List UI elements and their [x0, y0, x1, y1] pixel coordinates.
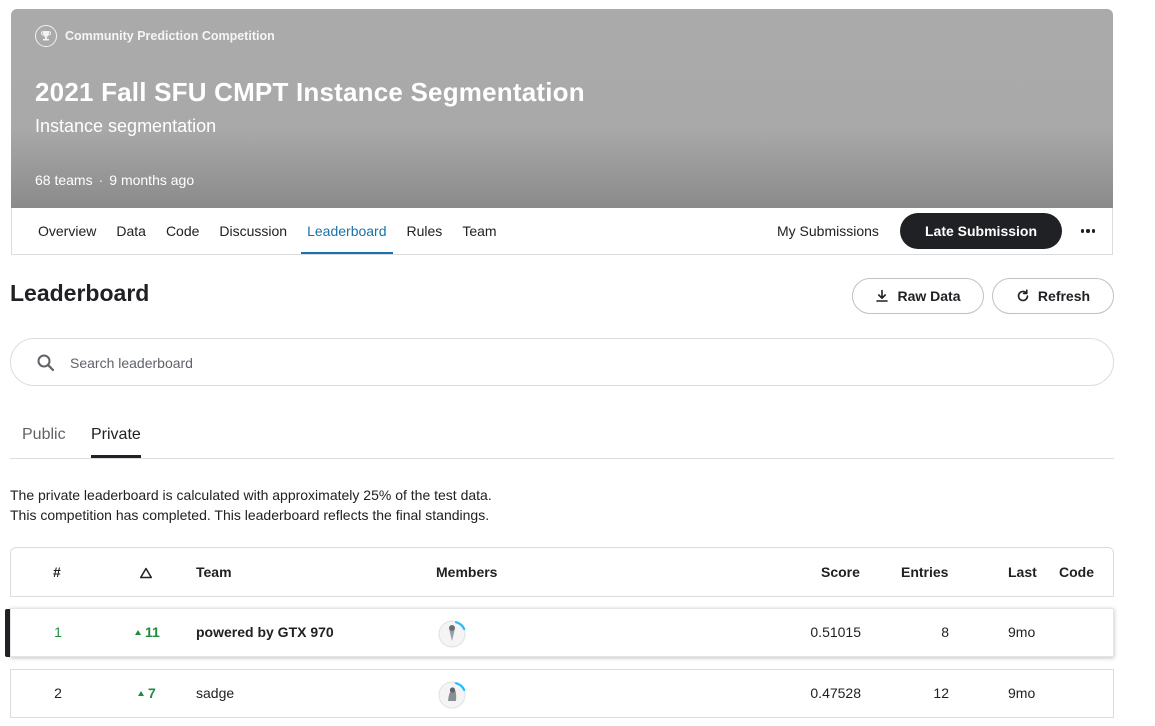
column-last[interactable]: Last: [1008, 548, 1037, 596]
row-team[interactable]: sadge: [196, 670, 234, 717]
avatar[interactable]: [437, 619, 467, 649]
raw-data-button[interactable]: Raw Data: [852, 278, 984, 314]
trophy-icon: [35, 25, 57, 47]
tab-team[interactable]: Team: [452, 208, 506, 254]
competition-meta: 68 teams · 9 months ago: [35, 172, 194, 188]
row-score: 0.47528: [810, 685, 861, 701]
row-rank: 1: [54, 624, 62, 640]
column-code: Code: [1059, 564, 1094, 580]
more-horizontal-icon[interactable]: [1074, 216, 1102, 246]
info-line-2: This competition has completed. This lea…: [10, 507, 490, 523]
my-submissions-link[interactable]: My Submissions: [777, 208, 879, 254]
column-score[interactable]: Score: [821, 548, 860, 596]
column-entries[interactable]: Entries: [901, 548, 948, 596]
tab-leaderboard[interactable]: Leaderboard: [297, 208, 396, 254]
delta-icon[interactable]: [139, 566, 153, 580]
meta-separator: ·: [98, 172, 104, 188]
rank-up-icon: [138, 691, 144, 696]
row-score: 0.51015: [810, 624, 861, 640]
tab-discussion[interactable]: Discussion: [209, 208, 297, 254]
refresh-button[interactable]: Refresh: [992, 278, 1114, 314]
row-rank: 2: [54, 685, 62, 701]
tab-private[interactable]: Private: [91, 426, 141, 458]
competition-type: Community Prediction Competition: [35, 25, 275, 47]
table-row[interactable]: 2 7 sadge 0.47528 12 9mo: [10, 669, 1114, 718]
team-count: 68 teams: [35, 172, 93, 188]
competition-type-label: Community Prediction Competition: [65, 29, 275, 43]
nav-tabs: Overview Data Code Discussion Leaderboar…: [28, 208, 507, 254]
raw-data-label: Raw Data: [897, 288, 961, 304]
tab-code[interactable]: Code: [156, 208, 209, 254]
search-icon: [37, 354, 55, 372]
column-members: Members: [436, 564, 498, 580]
info-line-1: The private leaderboard is calculated wi…: [10, 487, 492, 503]
competition-subtitle: Instance segmentation: [35, 116, 217, 136]
row-change-value: 7: [148, 685, 156, 701]
row-team[interactable]: powered by GTX 970: [196, 609, 334, 656]
download-icon: [876, 289, 889, 302]
avatar[interactable]: [437, 680, 467, 710]
row-change-value: 11: [145, 624, 160, 640]
tab-rules[interactable]: Rules: [397, 208, 453, 254]
column-rank[interactable]: #: [53, 548, 61, 596]
row-change: 7: [138, 670, 156, 717]
row-change: 11: [135, 609, 160, 656]
competition-nav: Overview Data Code Discussion Leaderboar…: [11, 208, 1113, 255]
refresh-label: Refresh: [1037, 288, 1091, 304]
leaderboard-search: [10, 338, 1114, 386]
column-team[interactable]: Team: [196, 548, 232, 596]
tab-public[interactable]: Public: [22, 426, 66, 444]
table-row[interactable]: 1 11 powered by GTX 970 0.51015 8 9mo: [5, 608, 1114, 657]
tab-overview[interactable]: Overview: [28, 208, 106, 254]
competition-title: 2021 Fall SFU CMPT Instance Segmentation: [35, 77, 585, 107]
table-header: # Team Members Score Entries Last Code: [10, 547, 1114, 597]
row-entries: 8: [941, 624, 949, 640]
late-submission-button[interactable]: Late Submission: [900, 213, 1062, 249]
refresh-icon: [1017, 289, 1029, 302]
competition-header: Community Prediction Competition 2021 Fa…: [11, 9, 1113, 208]
leaderboard-title: Leaderboard: [10, 280, 150, 306]
row-last: 9mo: [1008, 624, 1036, 640]
row-entries: 12: [933, 685, 949, 701]
rank-up-icon: [135, 630, 141, 635]
leaderboard-info: The private leaderboard is calculated wi…: [10, 485, 492, 525]
competition-age: 9 months ago: [109, 172, 195, 188]
current-row-marker: [5, 609, 10, 657]
leaderboard-tabs: Public Private: [10, 410, 1114, 459]
tab-data[interactable]: Data: [106, 208, 156, 254]
row-last: 9mo: [1008, 685, 1036, 701]
search-input[interactable]: [70, 351, 1070, 375]
